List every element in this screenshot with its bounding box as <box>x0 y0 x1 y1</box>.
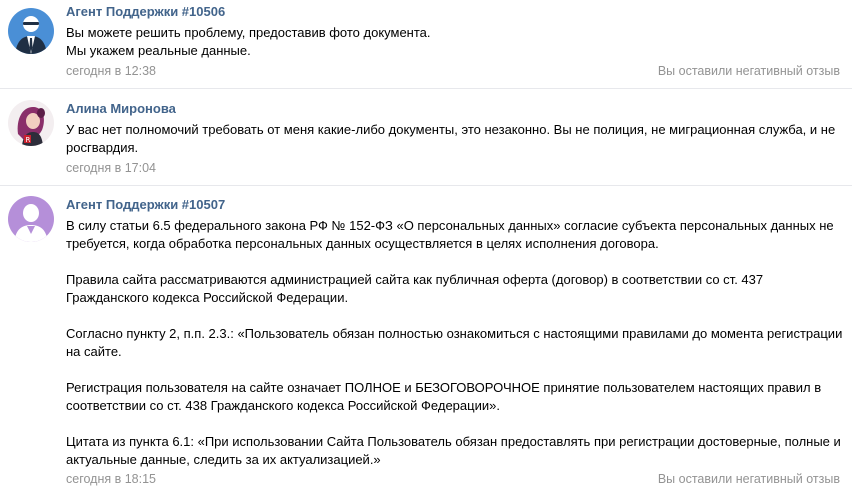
user-photo-avatar-icon[interactable]: R <box>8 100 54 146</box>
message-separator <box>0 185 852 186</box>
message-author[interactable]: Агент Поддержки #10507 <box>66 197 225 212</box>
message-timestamp[interactable]: сегодня в 18:15 <box>66 472 156 486</box>
message-paragraph: Регистрация пользователя на сайте означа… <box>66 380 822 413</box>
message-timestamp[interactable]: сегодня в 17:04 <box>66 161 156 175</box>
default-user-silhouette-icon[interactable] <box>8 196 54 242</box>
message-paragraph: Цитата из пункта 6.1: «При использовании… <box>66 434 841 467</box>
message-text: У вас нет полномочий требовать от меня к… <box>66 121 846 157</box>
message-timestamp[interactable]: сегодня в 12:38 <box>66 64 156 78</box>
message-separator <box>0 88 852 89</box>
message-thread: Агент Поддержки #10506 Вы можете решить … <box>0 0 852 492</box>
message-line: У вас нет полномочий требовать от меня к… <box>66 122 836 155</box>
negative-review-note: Вы оставили негативный отзыв <box>657 64 840 78</box>
message-paragraph: В силу статьи 6.5 федерального закона РФ… <box>66 218 834 251</box>
message-text: Вы можете решить проблему, предоставив ф… <box>66 24 846 60</box>
svg-text:R: R <box>26 136 31 144</box>
message-line: Вы можете решить проблему, предоставив ф… <box>66 25 431 40</box>
message-author[interactable]: Агент Поддержки #10506 <box>66 4 225 19</box>
message-line: Мы укажем реальные данные. <box>66 43 251 58</box>
message-paragraph: Согласно пункту 2, п.п. 2.3.: «Пользоват… <box>66 326 843 359</box>
agent-suit-avatar-icon[interactable] <box>8 8 54 54</box>
message-author[interactable]: Алина Миронова <box>66 101 176 116</box>
message-paragraph: Правила сайта рассматриваются администра… <box>66 272 764 305</box>
negative-review-note: Вы оставили негативный отзыв <box>657 472 840 486</box>
message-text: В силу статьи 6.5 федерального закона РФ… <box>66 217 846 469</box>
